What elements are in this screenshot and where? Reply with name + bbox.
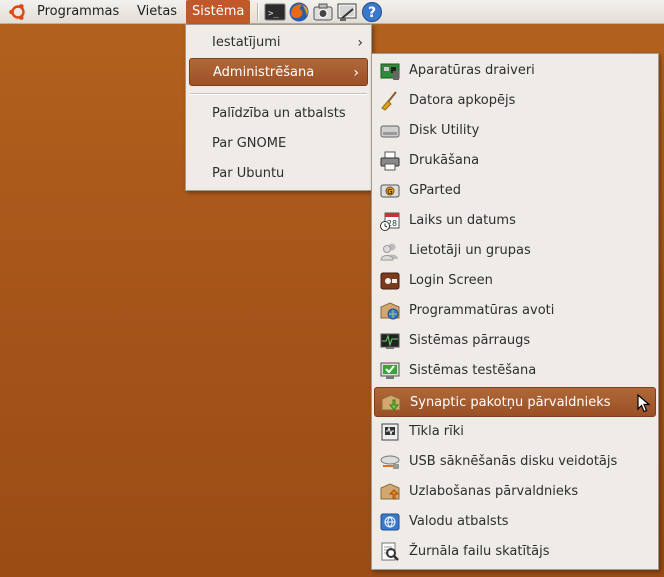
screenshot-icon[interactable] [312,1,334,23]
screen-capture-icon[interactable] [336,1,358,23]
admin-item-label: Uzlabošanas pārvaldnieks [409,484,579,499]
admin-item-label: Datora apkopējs [409,93,516,108]
login-screen-icon [380,272,400,290]
admin-item-datora-apkopejs[interactable]: Datora apkopējs [372,86,658,116]
hardware-driver-icon [380,63,400,80]
admin-item-label: Sistēmas pārraugs [409,333,531,348]
svg-text:?: ? [368,5,376,21]
update-manager-icon [380,483,400,500]
admin-item-synaptic[interactable]: Synaptic pakotņu pārvaldnieks [374,387,656,417]
menu-separator [190,93,367,95]
admin-item-disk-utility[interactable]: Disk Utility [372,116,658,146]
software-sources-icon [380,302,400,320]
language-support-icon [380,513,400,531]
chevron-right-icon: › [353,65,359,81]
admin-item-label: GParted [409,183,461,198]
admin-item-label: Sistēmas testēšana [409,363,537,378]
menu-item-palidziba[interactable]: Palīdzība un atbalsts [186,100,371,128]
admin-item-label: Synaptic pakotņu pārvaldnieks [410,395,611,410]
calendar-clock-icon: 28 [380,212,400,231]
admin-item-lietotaji-un-grupas[interactable]: Lietotāji un grupas [372,236,658,266]
menu-item-label: Par GNOME [212,136,287,151]
admin-item-label: Login Screen [409,273,493,288]
admin-item-sistemas-testesana[interactable]: Sistēmas testēšana [372,356,658,386]
menu-item-label: Par Ubuntu [212,166,285,181]
menu-sistema[interactable]: Sistēma [186,0,251,24]
admin-submenu: Aparatūras draiveri Datora apkopējs Disk… [371,53,659,570]
system-testing-icon [380,362,400,379]
admin-item-login-screen[interactable]: Login Screen [372,266,658,296]
admin-item-laiks-un-datums[interactable]: 28 Laiks un datums [372,206,658,236]
usb-creator-icon [380,455,400,469]
mouse-pointer-icon [637,394,651,413]
firefox-icon[interactable] [288,1,310,23]
admin-item-drukasana[interactable]: Drukāšana [372,146,658,176]
menu-item-par-ubuntu[interactable]: Par Ubuntu [186,160,371,188]
chevron-right-icon: › [357,35,363,51]
menu-programmas[interactable]: Programmas [31,0,125,24]
gparted-icon: G [380,184,400,198]
top-panel: Programmas Vietas Sistēma >_ ? [0,0,664,24]
menu-item-iestatijumi[interactable]: Iestatījumi › [186,29,371,57]
log-viewer-icon [381,542,399,561]
admin-item-label: Programmatūras avoti [409,303,555,318]
admin-item-gparted[interactable]: G GParted [372,176,658,206]
synaptic-icon [381,394,401,411]
admin-item-label: Žurnāla failu skatītājs [409,544,550,559]
admin-item-valodu-atbalsts[interactable]: Valodu atbalsts [372,507,658,537]
admin-item-label: Tīkla rīki [409,424,464,439]
admin-item-sistemas-parraugs[interactable]: Sistēmas pārraugs [372,326,658,356]
admin-item-programmaturas-avoti[interactable]: Programmatūras avoti [372,296,658,326]
admin-item-label: Disk Utility [409,123,480,138]
admin-item-label: Lietotāji un grupas [409,243,531,258]
admin-item-aparaturas-draiveri[interactable]: Aparatūras draiveri [372,56,658,86]
menu-item-label: Administrēšana [213,65,315,80]
admin-item-label: Aparatūras draiveri [409,63,535,78]
admin-item-label: Laiks un datums [409,213,516,228]
broom-icon [381,91,397,111]
users-icon [380,243,398,261]
menu-item-label: Iestatījumi [212,35,281,50]
menu-item-label: Palīdzība un atbalsts [212,106,346,121]
admin-item-uzlabosanas-parvaldnieks[interactable]: Uzlabošanas pārvaldnieks [372,477,658,507]
disk-icon [380,125,400,138]
svg-text:G: G [387,188,392,196]
help-icon[interactable]: ? [361,1,383,23]
admin-item-usb-creator[interactable]: USB sāknēšanās disku veidotājs [372,447,658,477]
admin-item-label: Valodu atbalsts [409,514,509,529]
admin-item-label: USB sāknēšanās disku veidotājs [409,454,618,469]
menu-item-administresana[interactable]: Administrēšana › [189,58,368,86]
svg-text:>_: >_ [268,9,279,19]
menu-vietas[interactable]: Vietas [131,0,183,24]
ubuntu-logo-icon[interactable] [8,3,28,21]
network-tools-icon [381,423,399,441]
menu-item-par-gnome[interactable]: Par GNOME [186,130,371,158]
admin-item-tikla-riki[interactable]: Tīkla rīki [372,417,658,447]
panel-separator [257,3,259,21]
terminal-icon[interactable]: >_ [264,1,286,23]
admin-item-label: Drukāšana [409,153,480,168]
printer-icon [380,151,400,171]
system-menu: Iestatījumi › Administrēšana › Palīdzība… [185,24,372,191]
admin-item-zurnala-failu-skatitajs[interactable]: Žurnāla failu skatītājs [372,537,658,567]
system-monitor-icon [380,333,400,349]
